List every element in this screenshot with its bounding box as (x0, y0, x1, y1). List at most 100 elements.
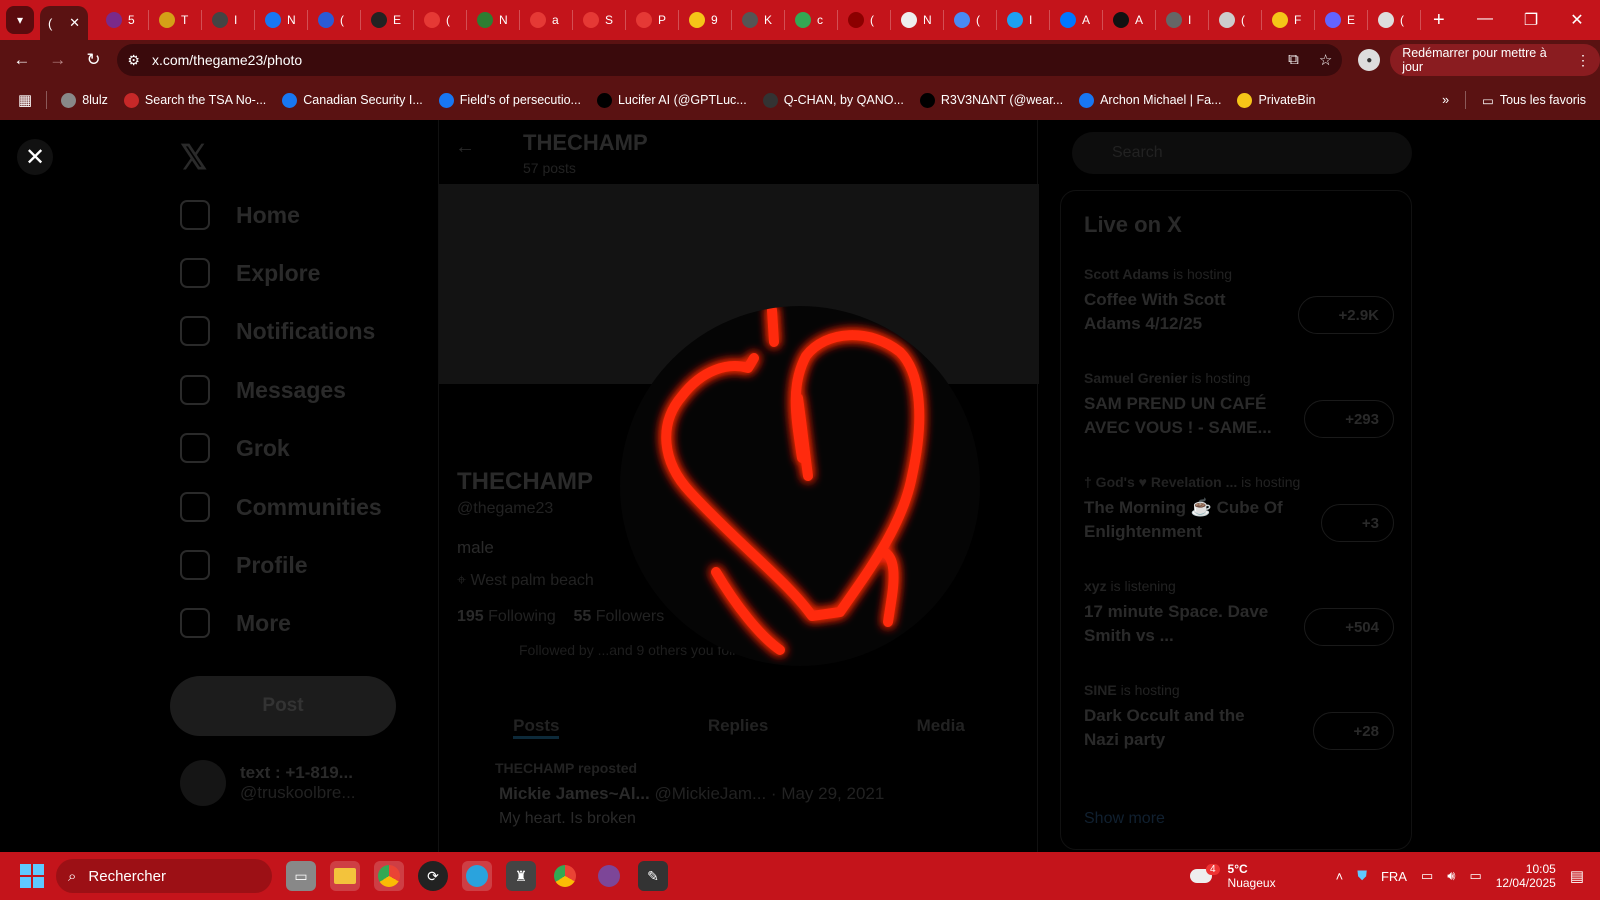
nav-item[interactable]: Notifications (180, 316, 375, 346)
chrome-icon[interactable] (374, 861, 404, 891)
profile-tab[interactable]: Media (917, 716, 965, 739)
browser-tab[interactable]: ( (414, 10, 467, 30)
live-space-item[interactable]: SINE is hosting Dark Occult and the Nazi … (1084, 682, 1394, 752)
task-view-icon[interactable]: ▭ (286, 861, 316, 891)
nav-item[interactable]: Communities (180, 492, 382, 522)
bookmark-item[interactable]: Search the TSA No-... (123, 92, 266, 108)
windows-start-icon[interactable] (20, 864, 44, 888)
browser-tab[interactable]: I (1156, 10, 1209, 30)
nav-item[interactable]: Home (180, 200, 300, 230)
game-app-icon[interactable]: ♜ (506, 861, 536, 891)
bookmark-item[interactable]: Archon Michael | Fa... (1079, 92, 1221, 108)
back-arrow-icon[interactable]: ← (455, 136, 475, 159)
browser-tab[interactable]: 5 (96, 10, 149, 30)
tweet-date[interactable]: May 29, 2021 (781, 784, 884, 803)
live-listener-count[interactable]: +293 (1304, 400, 1394, 438)
more-bookmarks-icon[interactable]: » (1442, 93, 1449, 107)
browser-tab[interactable]: ( (308, 10, 361, 30)
tor-browser-icon[interactable] (594, 861, 624, 891)
browser-tab[interactable]: N (255, 10, 308, 30)
live-listener-count[interactable]: +28 (1312, 712, 1394, 750)
forward-icon[interactable]: → (40, 50, 76, 70)
show-more-link[interactable]: Show more (1084, 810, 1165, 828)
tweet-handle[interactable]: @MickieJam... (654, 784, 766, 803)
browser-tab[interactable]: K (732, 10, 785, 30)
following-count[interactable]: 195 (457, 608, 484, 625)
network-icon[interactable]: ▭ (1421, 868, 1433, 884)
browser-tab[interactable]: A (1103, 10, 1156, 30)
x-logo-icon[interactable]: 𝕏 (180, 138, 207, 178)
tab-active[interactable]: ( ✕ (40, 6, 88, 40)
browser-tab[interactable]: F (1262, 10, 1315, 30)
restore-icon[interactable]: ❐ (1508, 10, 1554, 30)
bookmark-item[interactable]: Q-CHAN, by QANO... (762, 92, 904, 108)
post-button[interactable]: Post (170, 676, 396, 736)
tweet-header[interactable]: Mickie James~Al... @MickieJam... · May 2… (499, 784, 884, 804)
browser-tab[interactable]: ( (1368, 10, 1421, 30)
browser-tab[interactable]: E (361, 10, 414, 30)
browser-tab[interactable]: 9 (679, 10, 732, 30)
live-space-item[interactable]: † God's ♥ Revelation ... is hosting The M… (1084, 474, 1394, 544)
battery-icon[interactable]: ▭ (1469, 868, 1481, 884)
file-explorer-icon[interactable] (330, 861, 360, 891)
profile-avatar[interactable]: ● (1358, 49, 1381, 71)
pencil-app-icon[interactable]: ✎ (638, 861, 668, 891)
reload-icon[interactable]: ↻ (76, 50, 112, 70)
bookmark-item[interactable]: Field's of persecutio... (438, 92, 581, 108)
live-space-item[interactable]: Samuel Grenier is hosting SAM PREND UN CA… (1084, 370, 1394, 440)
following-label[interactable]: Following (488, 608, 556, 625)
followers-count[interactable]: 55 (574, 608, 592, 625)
bookmark-item[interactable]: R3V3NΔNT (@wear... (919, 92, 1063, 108)
apps-grid-icon[interactable]: ▦ (18, 91, 32, 109)
nav-item[interactable]: More (180, 608, 291, 638)
clock[interactable]: 10:05 12/04/2025 (1496, 862, 1556, 890)
browser-tab[interactable]: E (1315, 10, 1368, 30)
live-listener-count[interactable]: +2.9K (1297, 296, 1394, 334)
window-close-icon[interactable]: ✕ (1554, 10, 1600, 30)
browser-tab[interactable]: ( (944, 10, 997, 30)
browser-tab[interactable]: T (149, 10, 202, 30)
chrome-alt-icon[interactable] (550, 861, 580, 891)
live-listener-count[interactable]: +3 (1320, 504, 1394, 542)
bookmark-item[interactable]: Lucifer AI (@GPTLuc... (596, 92, 747, 108)
tab-search-button[interactable]: ▾ (6, 6, 34, 34)
browser-tab[interactable]: ( (838, 10, 891, 30)
browser-tab[interactable]: I (202, 10, 255, 30)
browser-tab[interactable]: S (573, 10, 626, 30)
update-button[interactable]: Redémarrer pour mettre à jour ⋮ (1390, 44, 1600, 76)
bookmark-item[interactable]: Canadian Security I... (282, 92, 423, 108)
bookmark-item[interactable]: 8lulz (61, 92, 108, 108)
browser-tab[interactable]: A (1050, 10, 1103, 30)
browser-tab[interactable]: P (626, 10, 679, 30)
tab-close-icon[interactable]: ✕ (69, 15, 80, 31)
live-listener-count[interactable]: +504 (1304, 608, 1394, 646)
all-bookmarks[interactable]: ▭ Tous les favoris (1482, 93, 1586, 108)
chevron-up-icon[interactable]: ˄ (1336, 869, 1344, 884)
new-tab-button[interactable]: + (1433, 9, 1445, 32)
close-icon[interactable]: ✕ (17, 139, 53, 175)
telegram-icon[interactable] (462, 861, 492, 891)
back-icon[interactable]: ← (4, 50, 40, 70)
url-input[interactable]: ⚙ x.com/thegame23/photo ⧉ ☆ (117, 44, 1343, 76)
followers-label[interactable]: Followers (596, 608, 664, 625)
install-app-icon[interactable]: ⧉ (1288, 51, 1299, 69)
browser-tab[interactable]: N (891, 10, 944, 30)
weather-widget[interactable]: 4 5°C Nuageux (1189, 862, 1276, 890)
nav-item[interactable]: Explore (180, 258, 320, 288)
more-menu-icon[interactable]: ⋮ (1576, 52, 1590, 69)
language-indicator[interactable]: FRA (1381, 869, 1407, 884)
bookmark-item[interactable]: PrivateBin (1237, 92, 1315, 108)
sync-app-icon[interactable]: ⟳ (418, 861, 448, 891)
nav-item[interactable]: Grok (180, 433, 290, 463)
live-space-item[interactable]: Scott Adams is hosting Coffee With Scott … (1084, 266, 1394, 336)
minimize-icon[interactable]: — (1462, 10, 1508, 30)
browser-tab[interactable]: N (467, 10, 520, 30)
bookmark-star-icon[interactable]: ☆ (1319, 51, 1332, 69)
notifications-icon[interactable]: ▤ (1570, 867, 1584, 885)
tweet-author[interactable]: Mickie James~Al... (499, 784, 650, 803)
live-space-item[interactable]: xyz is listening 17 minute Space. Dave Sm… (1084, 578, 1394, 648)
profile-tab[interactable]: Posts (513, 716, 560, 739)
browser-tab[interactable]: ( (1209, 10, 1262, 30)
site-info-icon[interactable]: ⚙ (127, 52, 140, 69)
browser-tab[interactable]: a (520, 10, 573, 30)
